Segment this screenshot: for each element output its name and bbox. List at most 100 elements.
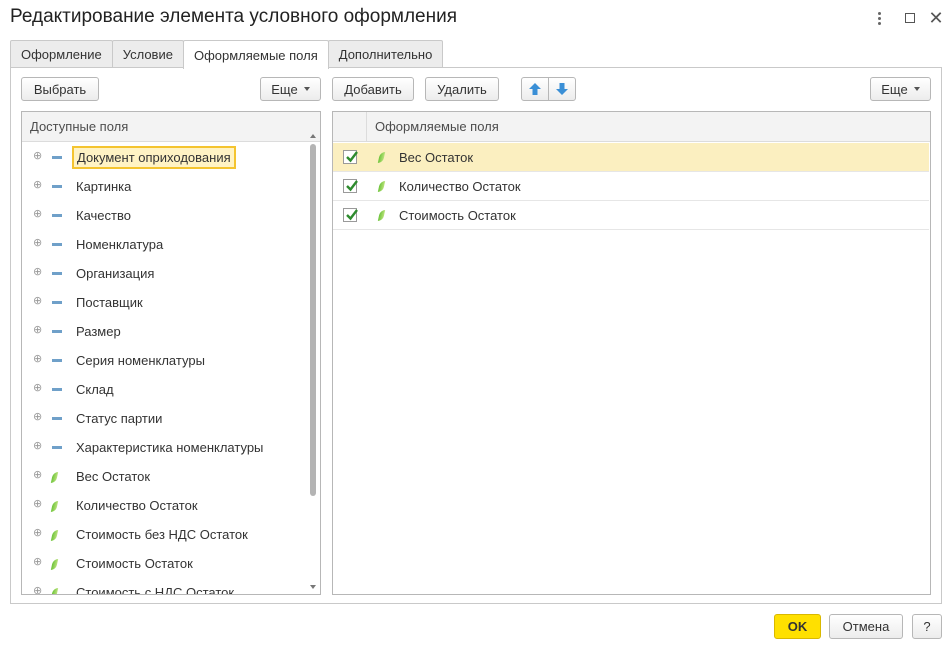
button-label: Выбрать	[33, 81, 87, 97]
field-checkbox[interactable]	[343, 150, 358, 164]
expand-icon[interactable]: ⊕	[33, 151, 42, 162]
tree-item[interactable]: ⊕ Стоимость без НДС Остаток	[22, 520, 308, 549]
field-name: Стоимость Остаток	[399, 208, 516, 223]
tree-item-label: Стоимость с НДС Остаток	[76, 585, 235, 595]
tree-item-label: Статус партии	[76, 411, 163, 426]
tree-item[interactable]: ⊕ Номенклатура	[22, 230, 308, 259]
tab-label: Дополнительно	[338, 46, 433, 62]
button-label: ?	[923, 619, 931, 634]
field-group-icon	[52, 156, 62, 159]
ok-button[interactable]: OK	[774, 614, 821, 639]
tree-item-label: Организация	[76, 266, 155, 281]
tree-item[interactable]: ⊕ Серия номенклатуры	[22, 346, 308, 375]
button-label: Еще	[881, 81, 908, 97]
expand-icon[interactable]: ⊕	[33, 296, 42, 307]
field-group-icon	[52, 417, 62, 420]
field-checkbox[interactable]	[343, 208, 358, 222]
checkmark-icon	[346, 180, 358, 192]
field-group-icon	[52, 446, 62, 449]
tree-item-label: Поставщик	[76, 295, 143, 310]
vertical-scrollbar[interactable]	[309, 134, 318, 589]
close-icon[interactable]: ✕	[926, 8, 946, 28]
expand-icon[interactable]: ⊕	[33, 325, 42, 336]
maximize-icon[interactable]	[900, 8, 920, 28]
formatted-fields-grid[interactable]: Оформляемые поля Вес Остаток Количество …	[332, 111, 931, 595]
chevron-down-icon	[303, 87, 310, 91]
tab-content-panel: Выбрать Еще Доступные поля ⊕ Документ опр…	[10, 67, 942, 604]
tree-item[interactable]: ⊕ Размер	[22, 317, 308, 346]
tree-item[interactable]: ⊕ Статус партии	[22, 404, 308, 433]
tree-item[interactable]: ⊕ Стоимость с НДС Остаток	[22, 578, 308, 595]
tree-item-label: Характеристика номенклатуры	[76, 440, 264, 455]
tree-item[interactable]: ⊕ Характеристика номенклатуры	[22, 433, 308, 462]
tree-item[interactable]: ⊕ Количество Остаток	[22, 491, 308, 520]
tree-item[interactable]: ⊕ Вес Остаток	[22, 462, 308, 491]
move-up-button[interactable]	[521, 77, 549, 101]
checkmark-icon	[346, 209, 358, 221]
field-group-icon	[52, 388, 62, 391]
tab-formatting[interactable]: Оформление	[10, 40, 113, 67]
tree-item-label: Размер	[76, 324, 121, 339]
formatted-fields-header: Оформляемые поля	[333, 112, 930, 142]
field-group-icon	[52, 272, 62, 275]
resource-icon	[50, 530, 59, 541]
tree-item[interactable]: ⊕ Поставщик	[22, 288, 308, 317]
scroll-up-icon[interactable]	[310, 134, 316, 138]
expand-icon[interactable]: ⊕	[33, 209, 42, 220]
field-checkbox[interactable]	[343, 179, 358, 193]
tree-item[interactable]: ⊕ Картинка	[22, 172, 308, 201]
column-header: Доступные поля	[30, 119, 129, 134]
field-group-icon	[52, 214, 62, 217]
cancel-button[interactable]: Отмена	[829, 614, 903, 639]
expand-icon[interactable]: ⊕	[33, 267, 42, 278]
button-label: Отмена	[842, 619, 890, 634]
expand-icon[interactable]: ⊕	[33, 354, 42, 365]
select-button[interactable]: Выбрать	[21, 77, 99, 101]
expand-icon[interactable]: ⊕	[33, 238, 42, 249]
left-more-button[interactable]: Еще	[260, 77, 321, 101]
table-row[interactable]: Стоимость Остаток	[333, 201, 929, 230]
checkbox-column-header	[333, 112, 367, 142]
help-button[interactable]: ?	[912, 614, 942, 639]
expand-icon[interactable]: ⊕	[33, 412, 42, 423]
arrow-down-icon	[556, 83, 568, 95]
expand-icon[interactable]: ⊕	[33, 383, 42, 394]
tree-item-label: Вес Остаток	[76, 469, 151, 484]
add-button[interactable]: Добавить	[332, 77, 414, 101]
scroll-thumb[interactable]	[310, 144, 316, 496]
expand-icon[interactable]: ⊕	[33, 470, 42, 481]
resource-icon	[377, 152, 386, 163]
chevron-down-icon	[913, 87, 920, 91]
tab-label: Оформляемые поля	[193, 47, 318, 63]
expand-icon[interactable]: ⊕	[33, 586, 42, 595]
button-label: Удалить	[437, 81, 487, 97]
field-group-icon	[52, 185, 62, 188]
tab-label: Условие	[122, 46, 173, 62]
tree-item-label: Количество Остаток	[76, 498, 198, 513]
tree-item[interactable]: ⊕ Качество	[22, 201, 308, 230]
expand-icon[interactable]: ⊕	[33, 441, 42, 452]
move-down-button[interactable]	[548, 77, 576, 101]
tree-item-label: Склад	[76, 382, 114, 397]
resource-icon	[50, 588, 59, 594]
table-row[interactable]: Вес Остаток	[333, 143, 929, 172]
right-more-button[interactable]: Еще	[870, 77, 931, 101]
tab-formatted-fields[interactable]: Оформляемые поля	[182, 40, 329, 69]
table-row[interactable]: Количество Остаток	[333, 172, 929, 201]
expand-icon[interactable]: ⊕	[33, 557, 42, 568]
available-fields-tree[interactable]: Доступные поля ⊕ Документ оприходования ⊕ К…	[21, 111, 321, 595]
tree-item[interactable]: ⊕ Организация	[22, 259, 308, 288]
resource-icon	[50, 472, 59, 483]
delete-button[interactable]: Удалить	[425, 77, 499, 101]
kebab-icon[interactable]	[869, 8, 889, 28]
tree-item[interactable]: ⊕ Стоимость Остаток	[22, 549, 308, 578]
expand-icon[interactable]: ⊕	[33, 528, 42, 539]
field-group-icon	[52, 301, 62, 304]
tree-item[interactable]: ⊕ Склад	[22, 375, 308, 404]
expand-icon[interactable]: ⊕	[33, 180, 42, 191]
scroll-down-icon[interactable]	[310, 585, 316, 589]
expand-icon[interactable]: ⊕	[33, 499, 42, 510]
tab-additional[interactable]: Дополнительно	[327, 40, 444, 67]
tree-item[interactable]: ⊕ Документ оприходования	[22, 143, 308, 172]
tab-condition[interactable]: Условие	[111, 40, 184, 67]
